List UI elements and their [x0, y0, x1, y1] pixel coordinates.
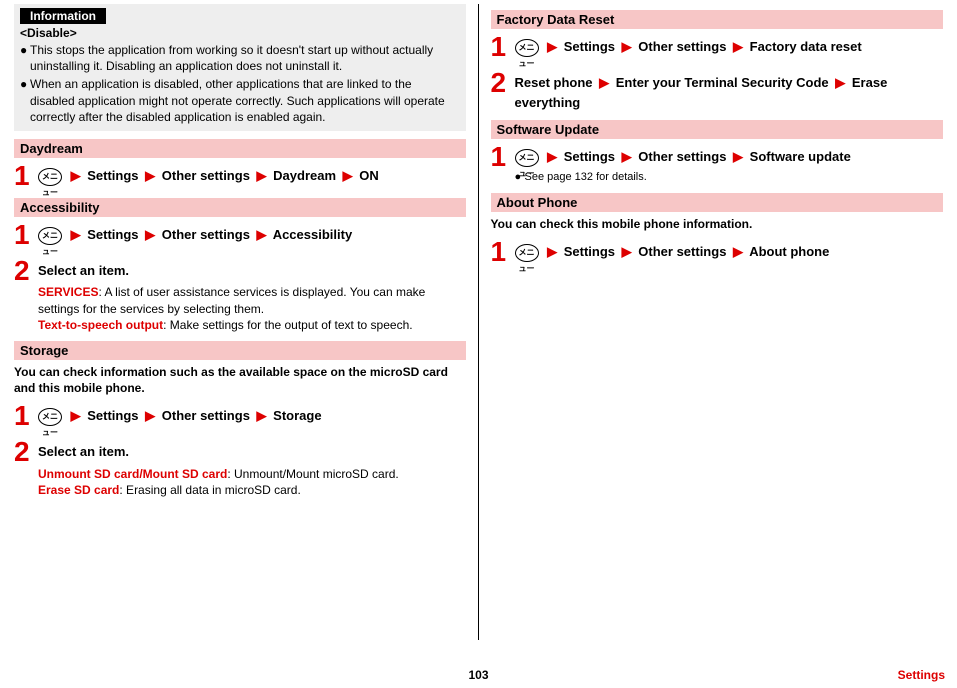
- path-part: Settings: [87, 408, 138, 423]
- bullet-dot: ●: [20, 42, 30, 74]
- arrow-icon: ▶: [544, 39, 560, 54]
- software-note: See page 132 for details.: [525, 171, 647, 183]
- path-part: Settings: [87, 227, 138, 242]
- step-number: 1: [491, 238, 511, 266]
- term-desc: : Erasing all data in microSD card.: [119, 483, 300, 497]
- path-part: Storage: [273, 408, 321, 423]
- arrow-icon: ▶: [142, 227, 158, 242]
- path-part: Software update: [750, 149, 851, 164]
- section-head-daydream: Daydream: [14, 139, 466, 158]
- term: Unmount SD card/Mount SD card: [38, 467, 227, 481]
- step-number: 2: [14, 257, 34, 285]
- section-head-software: Software Update: [491, 120, 944, 139]
- path-part: Other settings: [638, 149, 726, 164]
- software-step-1: 1 メニュー ▶ Settings ▶ Other settings ▶ Sof…: [491, 143, 944, 185]
- daydream-step-1: 1 メニュー ▶ Settings ▶ Other settings ▶ Day…: [14, 162, 466, 190]
- section-head-factory: Factory Data Reset: [491, 10, 944, 29]
- arrow-icon: ▶: [619, 149, 635, 164]
- path-part: Settings: [564, 244, 615, 259]
- term: SERVICES: [38, 285, 98, 299]
- path-part: Other settings: [638, 244, 726, 259]
- term: Text-to-speech output: [38, 318, 163, 332]
- path-part: About phone: [749, 244, 829, 259]
- arrow-icon: ▶: [730, 149, 746, 164]
- storage-step-2: 2 Select an item. Unmount SD card/Mount …: [14, 438, 466, 498]
- step-number: 2: [14, 438, 34, 466]
- information-badge: Information: [20, 8, 106, 24]
- path-part: Other settings: [162, 168, 250, 183]
- term-desc: : Unmount/Mount microSD card.: [227, 467, 398, 481]
- page-section-label: Settings: [898, 668, 945, 682]
- menu-icon: メニュー: [38, 227, 62, 245]
- accessibility-step-1: 1 メニュー ▶ Settings ▶ Other settings ▶ Acc…: [14, 221, 466, 249]
- page-number: 103: [468, 668, 488, 682]
- path-part: Other settings: [162, 227, 250, 242]
- arrow-icon: ▶: [254, 227, 270, 242]
- step-number: 1: [491, 143, 511, 171]
- info-bullet-text: When an application is disabled, other a…: [30, 76, 460, 125]
- arrow-icon: ▶: [142, 168, 158, 183]
- arrow-icon: ▶: [619, 244, 635, 259]
- information-box: Information <Disable> ● This stops the a…: [14, 4, 466, 131]
- arrow-icon: ▶: [254, 168, 270, 183]
- path-part: Accessibility: [273, 227, 353, 242]
- arrow-icon: ▶: [730, 39, 746, 54]
- path-part: Settings: [564, 149, 615, 164]
- path-part: Other settings: [162, 408, 250, 423]
- step-title: Select an item.: [38, 263, 129, 278]
- step-number: 2: [491, 69, 511, 97]
- arrow-icon: ▶: [142, 408, 158, 423]
- factory-step-1: 1 メニュー ▶ Settings ▶ Other settings ▶ Fac…: [491, 33, 944, 61]
- menu-icon: メニュー: [515, 149, 539, 167]
- section-head-storage: Storage: [14, 341, 466, 360]
- menu-icon: メニュー: [515, 39, 539, 57]
- term-desc: : Make settings for the output of text t…: [163, 318, 412, 332]
- path-part: ON: [359, 168, 379, 183]
- arrow-icon: ▶: [544, 244, 560, 259]
- bullet-dot: ●: [515, 169, 525, 186]
- arrow-icon: ▶: [68, 227, 84, 242]
- arrow-icon: ▶: [544, 149, 560, 164]
- storage-intro: You can check information such as the av…: [14, 364, 466, 396]
- info-bullet-text: This stops the application from working …: [30, 42, 460, 74]
- path-part: Daydream: [273, 168, 336, 183]
- arrow-icon: ▶: [596, 75, 612, 90]
- term: Erase SD card: [38, 483, 119, 497]
- arrow-icon: ▶: [730, 244, 746, 259]
- bullet-dot: ●: [20, 76, 30, 125]
- storage-step-1: 1 メニュー ▶ Settings ▶ Other settings ▶ Sto…: [14, 402, 466, 430]
- path-part: Factory data reset: [750, 39, 862, 54]
- about-intro: You can check this mobile phone informat…: [491, 216, 944, 232]
- arrow-icon: ▶: [68, 408, 84, 423]
- info-subhead: <Disable>: [20, 26, 460, 40]
- arrow-icon: ▶: [340, 168, 356, 183]
- path-part: Reset phone: [515, 75, 593, 90]
- arrow-icon: ▶: [68, 168, 84, 183]
- menu-icon: メニュー: [515, 244, 539, 262]
- arrow-icon: ▶: [832, 75, 848, 90]
- section-head-about: About Phone: [491, 193, 944, 212]
- path-part: Enter your Terminal Security Code: [616, 75, 829, 90]
- step-number: 1: [491, 33, 511, 61]
- step-number: 1: [14, 162, 34, 190]
- info-bullet: ● When an application is disabled, other…: [20, 76, 460, 125]
- accessibility-step-2: 2 Select an item. SERVICES: A list of us…: [14, 257, 466, 333]
- section-head-accessibility: Accessibility: [14, 198, 466, 217]
- step-number: 1: [14, 221, 34, 249]
- path-part: Settings: [87, 168, 138, 183]
- menu-icon: メニュー: [38, 168, 62, 186]
- step-title: Select an item.: [38, 444, 129, 459]
- step-number: 1: [14, 402, 34, 430]
- arrow-icon: ▶: [254, 408, 270, 423]
- path-part: Other settings: [638, 39, 726, 54]
- menu-icon: メニュー: [38, 408, 62, 426]
- info-bullet: ● This stops the application from workin…: [20, 42, 460, 74]
- about-step-1: 1 メニュー ▶ Settings ▶ Other settings ▶ Abo…: [491, 238, 944, 266]
- path-part: Settings: [564, 39, 615, 54]
- arrow-icon: ▶: [619, 39, 635, 54]
- factory-step-2: 2 Reset phone ▶ Enter your Terminal Secu…: [491, 69, 944, 112]
